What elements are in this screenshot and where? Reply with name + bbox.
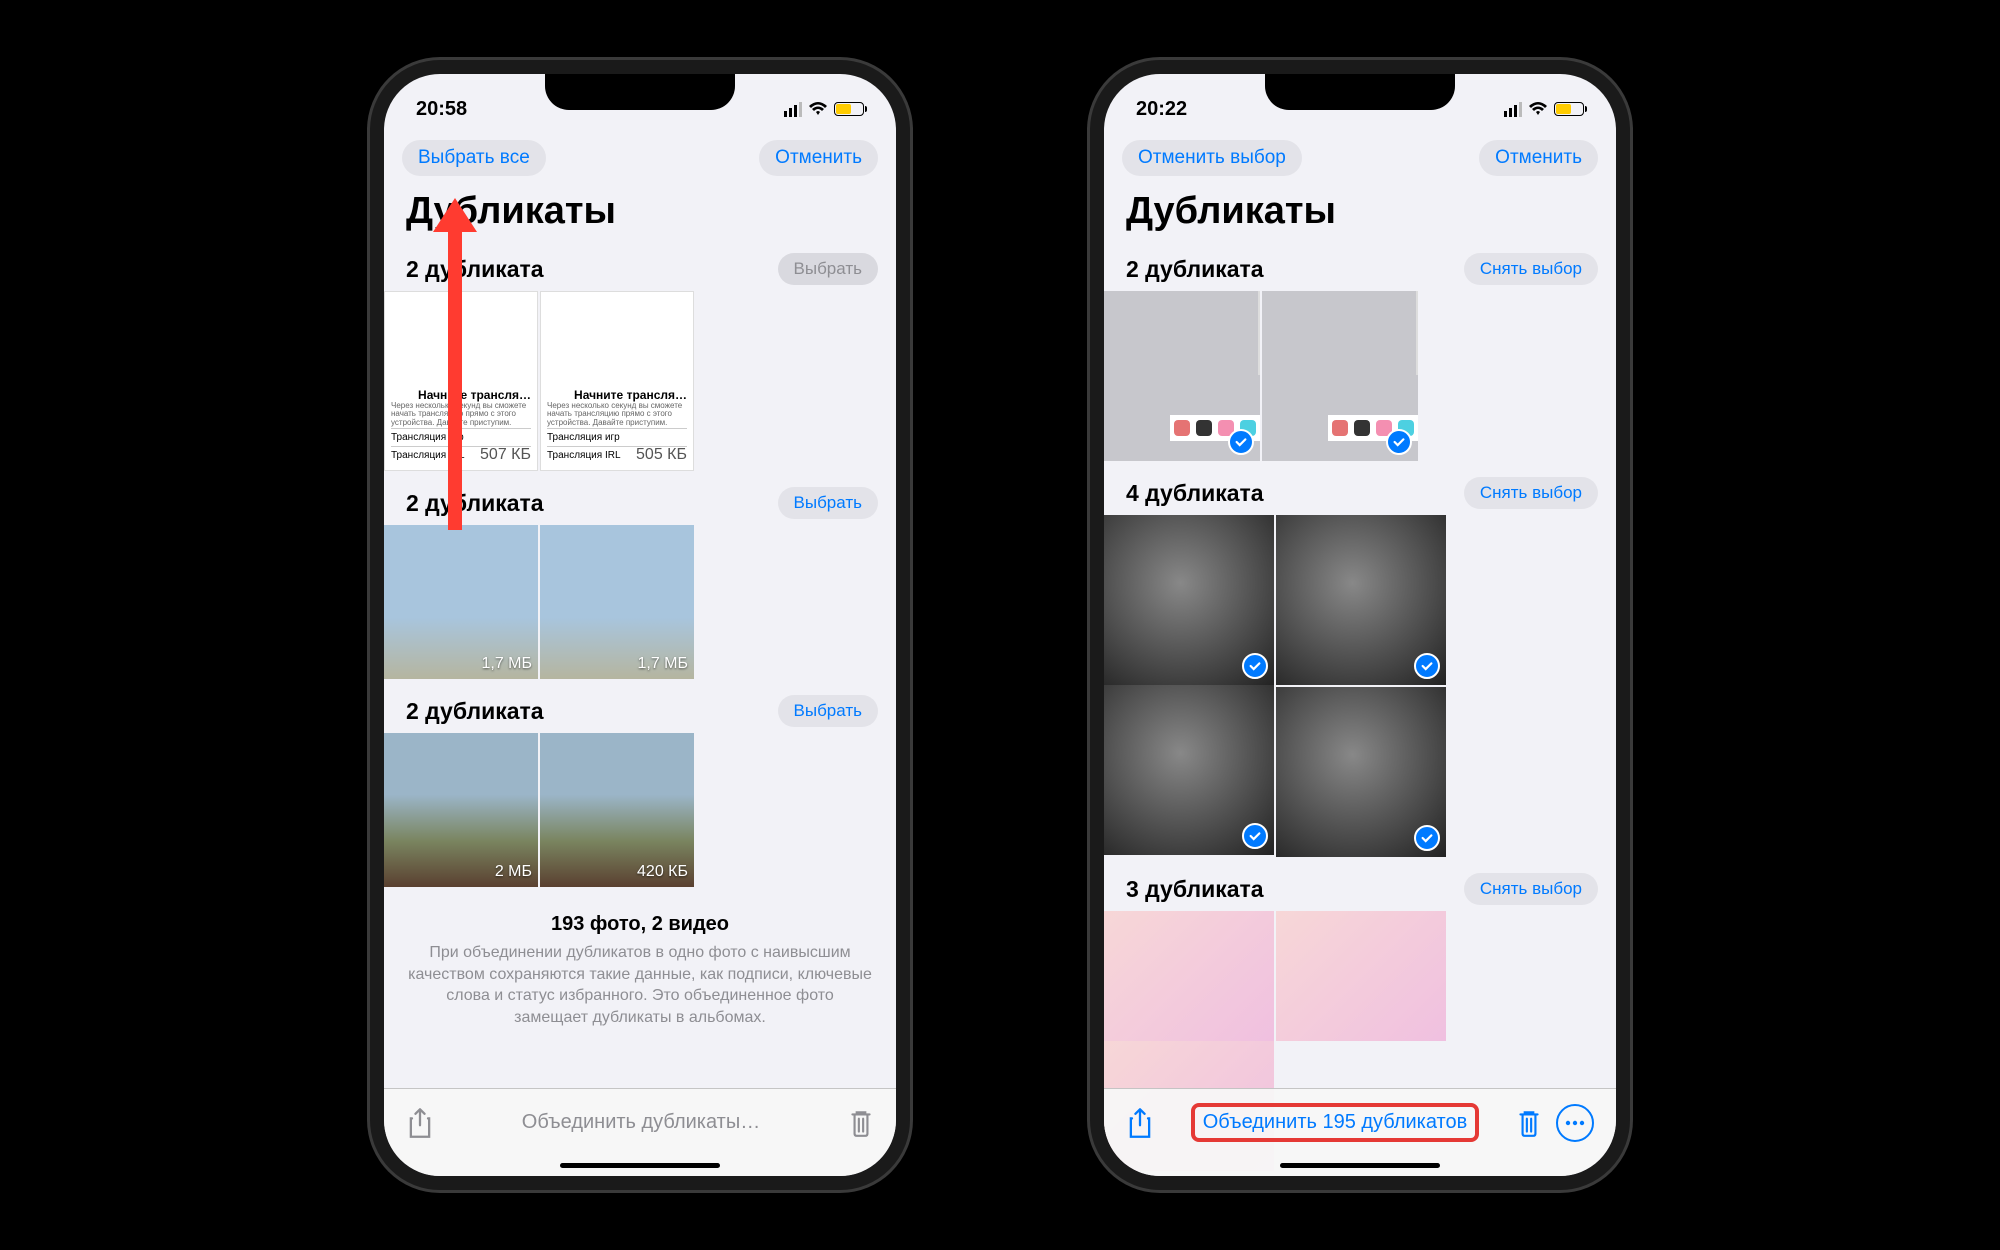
page-title: Дубликаты <box>1104 186 1616 243</box>
photo-thumbnail[interactable]: 1,7 МБ <box>540 525 694 679</box>
merge-button[interactable]: Объединить 195 дубликатов <box>1191 1103 1480 1142</box>
photo-thumbnail[interactable]: 420 КБ <box>540 733 694 887</box>
trash-icon[interactable] <box>848 1108 874 1138</box>
status-time: 20:58 <box>416 98 467 121</box>
home-indicator[interactable] <box>1280 1163 1440 1168</box>
group-header: 2 дубликата Снять выбор <box>1104 243 1616 291</box>
group-title: 4 дубликата <box>1126 480 1264 507</box>
thumb-row <box>1104 515 1616 863</box>
signal-icon <box>1504 102 1522 117</box>
photo-thumbnail[interactable]: 2 МБ <box>384 733 538 887</box>
photo-thumbnail[interactable] <box>1104 911 1274 1041</box>
selected-check-icon[interactable] <box>1242 653 1268 679</box>
group-title: 2 дубликата <box>406 698 544 725</box>
size-badge: 2 МБ <box>495 863 532 881</box>
photo-thumbnail[interactable] <box>1104 515 1274 685</box>
group-title: 3 дубликата <box>1126 876 1264 903</box>
group-header: 4 дубликата Снять выбор <box>1104 467 1616 515</box>
group-title: 2 дубликата <box>406 490 544 517</box>
status-time: 20:22 <box>1136 98 1187 121</box>
share-icon[interactable] <box>406 1107 434 1139</box>
cancel-button[interactable]: Отменить <box>1479 140 1598 176</box>
more-icon[interactable] <box>1556 1104 1594 1142</box>
trash-icon[interactable] <box>1516 1108 1542 1138</box>
photo-thumbnail[interactable]: Начните трансля… Через несколько секунд … <box>540 291 694 471</box>
group-title: 2 дубликата <box>406 256 544 283</box>
phone-left: 20:58 Выбрать все Отменить Дубликаты 2 д… <box>370 60 910 1190</box>
battery-icon <box>1554 102 1584 116</box>
select-all-button[interactable]: Выбрать все <box>402 140 546 176</box>
top-bar: Отменить выбор Отменить <box>1104 130 1616 186</box>
size-badge: 507 КБ <box>480 446 531 464</box>
deselect-button[interactable]: Снять выбор <box>1464 873 1598 905</box>
summary-title: 193 фото, 2 видео <box>408 913 872 936</box>
status-icons <box>1504 102 1584 117</box>
summary-desc: При объединении дубликатов в одно фото с… <box>408 942 872 1028</box>
footer-info: 193 фото, 2 видео При объединении дублик… <box>384 893 896 1048</box>
thumb-row: 2 МБ 420 КБ <box>384 733 896 893</box>
phone-right: 20:22 Отменить выбор Отменить Дубликаты … <box>1090 60 1630 1190</box>
deselect-button[interactable]: Снять выбор <box>1464 477 1598 509</box>
battery-icon <box>834 102 864 116</box>
merge-button: Объединить дубликаты… <box>522 1111 760 1134</box>
group-title: 2 дубликата <box>1126 256 1264 283</box>
photo-thumbnail[interactable]: 1,7 МБ <box>384 525 538 679</box>
selected-check-icon[interactable] <box>1228 429 1254 455</box>
selected-check-icon[interactable] <box>1414 825 1440 851</box>
size-badge: 1,7 МБ <box>637 655 688 673</box>
cancel-button[interactable]: Отменить <box>759 140 878 176</box>
photo-thumbnail[interactable] <box>1262 291 1418 461</box>
photo-thumbnail[interactable] <box>1276 687 1446 857</box>
photo-thumbnail[interactable] <box>1104 685 1274 855</box>
selected-check-icon[interactable] <box>1386 429 1412 455</box>
photo-thumbnail[interactable] <box>1104 291 1260 461</box>
deselect-all-button[interactable]: Отменить выбор <box>1122 140 1302 176</box>
size-badge: 420 КБ <box>637 863 688 881</box>
selected-check-icon[interactable] <box>1242 823 1268 849</box>
top-bar: Выбрать все Отменить <box>384 130 896 186</box>
share-icon[interactable] <box>1126 1107 1154 1139</box>
selected-check-icon[interactable] <box>1414 653 1440 679</box>
thumb-row <box>1104 291 1616 467</box>
arrow-annotation <box>448 230 462 530</box>
size-badge: 1,7 МБ <box>481 655 532 673</box>
photo-thumbnail[interactable] <box>1276 911 1446 1041</box>
status-icons <box>784 102 864 117</box>
signal-icon <box>784 102 802 117</box>
deselect-button[interactable]: Снять выбор <box>1464 253 1598 285</box>
wifi-icon <box>808 102 828 116</box>
notch <box>545 74 735 110</box>
photo-thumbnail[interactable] <box>1276 515 1446 685</box>
group-header: 3 дубликата Снять выбор <box>1104 863 1616 911</box>
wifi-icon <box>1528 102 1548 116</box>
notch <box>1265 74 1455 110</box>
group-header: 2 дубликата Выбрать <box>384 685 896 733</box>
select-button[interactable]: Выбрать <box>778 253 878 285</box>
size-badge: 505 КБ <box>636 446 687 464</box>
select-button[interactable]: Выбрать <box>778 487 878 519</box>
select-button[interactable]: Выбрать <box>778 695 878 727</box>
home-indicator[interactable] <box>560 1163 720 1168</box>
thumb-row: 1,7 МБ 1,7 МБ <box>384 525 896 685</box>
content[interactable]: 2 дубликата Снять выбор 4 дубликата Снят… <box>1104 243 1616 1177</box>
